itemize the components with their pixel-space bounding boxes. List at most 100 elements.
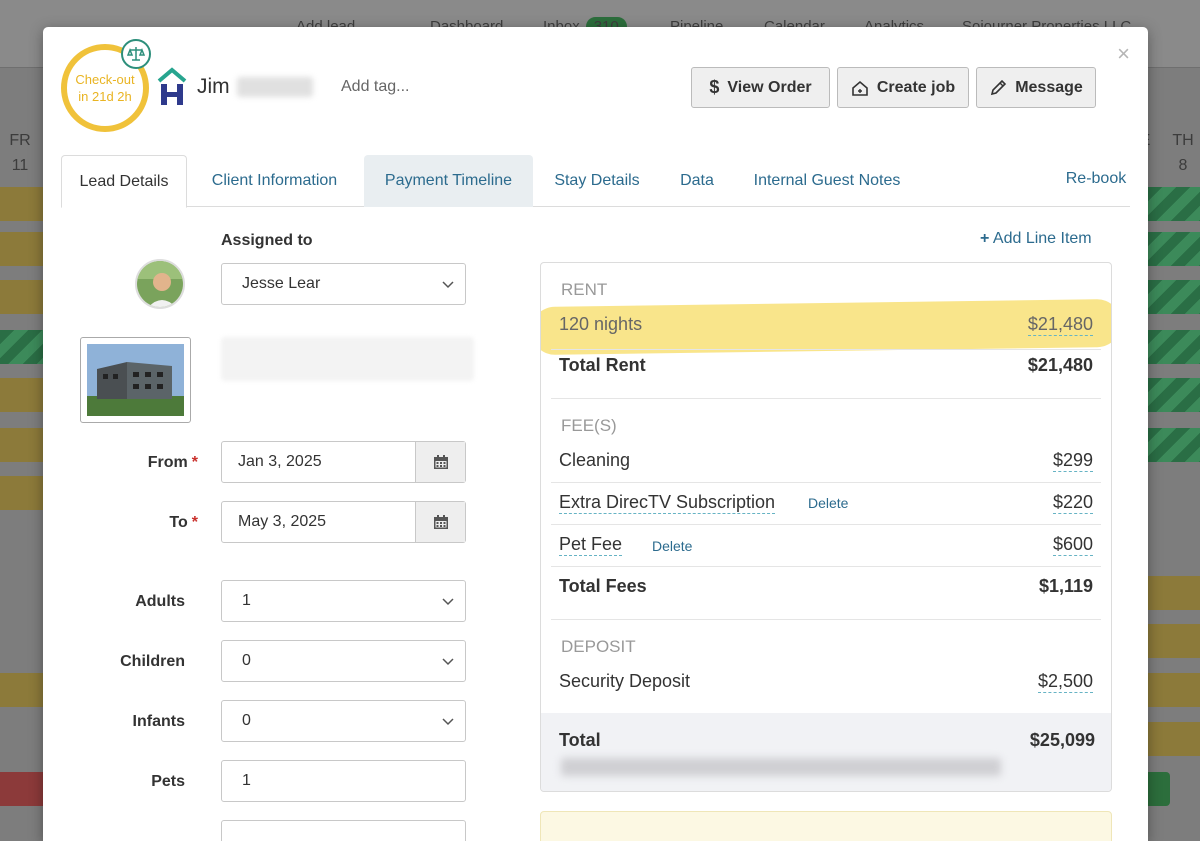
- bg-day-right-date: 8: [1178, 157, 1188, 174]
- bg-booking-bar: [0, 476, 43, 510]
- bg-day-left-weekday: FR: [9, 132, 31, 149]
- total-fees-amount: $1,119: [1038, 576, 1093, 596]
- adults-select[interactable]: 1: [221, 580, 466, 622]
- fee-label-cleaning: Cleaning: [559, 450, 631, 470]
- pets-value: 1: [242, 772, 251, 789]
- delete-directv-fee-link[interactable]: Delete: [808, 495, 848, 511]
- total-fees-label: Total Fees: [559, 576, 647, 596]
- message-button[interactable]: Message: [976, 67, 1096, 108]
- from-label: From *: [123, 454, 198, 472]
- tab-client-information[interactable]: Client Information: [197, 155, 352, 207]
- house-logo-icon: [157, 67, 187, 107]
- calendar-icon: [433, 515, 448, 529]
- to-calendar-button[interactable]: [415, 502, 465, 542]
- security-deposit-label: Security Deposit: [559, 671, 691, 691]
- bg-booking-bar: [0, 280, 43, 314]
- infants-label: Infants: [132, 713, 185, 730]
- children-value: 0: [242, 652, 251, 669]
- divider: [551, 524, 1101, 525]
- tab-data[interactable]: Data: [667, 155, 727, 207]
- lead-modal: × Check-out in 21d 2h Jim Add tag... $ V…: [43, 27, 1148, 841]
- fee-label-directv[interactable]: Extra DirecTV Subscription: [559, 492, 776, 514]
- close-icon[interactable]: ×: [1117, 41, 1130, 67]
- tab-payment-timeline[interactable]: Payment Timeline: [364, 155, 533, 207]
- property-select-redacted[interactable]: [221, 337, 474, 381]
- property-image: [80, 337, 191, 423]
- from-date-input[interactable]: Jan 3, 2025: [221, 441, 466, 483]
- bg-booking-bar: [1148, 330, 1200, 364]
- children-select[interactable]: 0: [221, 640, 466, 682]
- add-line-item-link[interactable]: + Add Line Item: [980, 230, 1092, 248]
- bg-booking-bar: [1148, 378, 1200, 412]
- bg-booking-bar: [1148, 722, 1200, 756]
- guest-name: Jim: [197, 75, 230, 98]
- bg-booking-bar: [0, 232, 43, 266]
- from-date-value: Jan 3, 2025: [238, 453, 322, 470]
- chevron-down-icon: [442, 718, 454, 726]
- from-calendar-button[interactable]: [415, 442, 465, 482]
- tab-bar: Lead Details Client Information Payment …: [61, 155, 1131, 208]
- bg-booking-bar: [1148, 624, 1200, 658]
- fees-section-header: FEE(S): [561, 416, 617, 435]
- nights-label: 120 nights: [559, 314, 643, 334]
- price-breakdown-panel: RENT 120 nights $21,480 Total Rent $21,4…: [540, 262, 1112, 792]
- bg-booking-bar: [1148, 772, 1170, 806]
- fee-amount-directv[interactable]: $220: [1052, 492, 1093, 514]
- infants-select[interactable]: 0: [221, 700, 466, 742]
- adults-value: 1: [242, 592, 251, 609]
- children-label: Children: [120, 653, 185, 670]
- checkout-time: in 21d 2h: [78, 89, 132, 104]
- required-marker: *: [191, 454, 198, 471]
- total-note-redacted: [561, 758, 1001, 776]
- create-job-label: Create job: [876, 78, 956, 96]
- tab-stay-details[interactable]: Stay Details: [543, 155, 651, 207]
- fee-amount-pet[interactable]: $600: [1052, 534, 1093, 556]
- house-icon: [852, 80, 868, 96]
- assigned-to-value: Jesse Lear: [242, 275, 321, 292]
- bg-booking-bar: [0, 428, 43, 462]
- calendar-icon: [433, 455, 448, 469]
- add-line-item-label: Add Line Item: [992, 230, 1092, 247]
- bg-booking-bar: [1148, 187, 1200, 221]
- scale-icon: [121, 39, 151, 69]
- divider: [551, 482, 1101, 483]
- deposit-section-header: DEPOSIT: [561, 637, 636, 656]
- to-label: To *: [123, 514, 198, 532]
- total-amount: $25,099: [1029, 730, 1095, 750]
- bg-booking-bar: [1148, 280, 1200, 314]
- bg-booking-bar: [0, 378, 43, 412]
- bg-booking-bar: [1148, 576, 1200, 610]
- delete-pet-fee-link[interactable]: Delete: [652, 538, 692, 554]
- to-label-text: To: [169, 514, 188, 531]
- from-label-text: From: [147, 454, 188, 471]
- guest-surname-redacted: [237, 77, 313, 97]
- to-date-input[interactable]: May 3, 2025: [221, 501, 466, 543]
- grand-total-bar: Total $25,099: [541, 713, 1111, 791]
- divider: [551, 566, 1101, 567]
- pets-input[interactable]: 1: [221, 760, 466, 802]
- divider: [551, 398, 1101, 399]
- rent-section-header: RENT: [561, 280, 608, 299]
- bg-day-left-date: 11: [11, 157, 29, 174]
- assigned-to-label: Assigned to: [221, 232, 313, 249]
- total-rent-label: Total Rent: [559, 355, 646, 375]
- bg-booking-bar: [0, 330, 43, 364]
- create-job-button[interactable]: Create job: [837, 67, 969, 108]
- extra-field-partial[interactable]: [221, 820, 466, 841]
- bg-booking-bar: [1148, 428, 1200, 462]
- bg-booking-bar: [0, 187, 43, 221]
- security-deposit-amount[interactable]: $2,500: [1037, 671, 1093, 693]
- divider: [551, 619, 1101, 620]
- tab-internal-guest-notes[interactable]: Internal Guest Notes: [741, 155, 913, 207]
- nights-amount[interactable]: $21,480: [1027, 314, 1093, 336]
- assigned-to-select[interactable]: Jesse Lear: [221, 263, 466, 305]
- fee-amount-cleaning[interactable]: $299: [1052, 450, 1093, 472]
- bg-day-right-weekday: TH: [1172, 132, 1194, 149]
- chevron-down-icon: [442, 598, 454, 606]
- tab-lead-details[interactable]: Lead Details: [61, 155, 187, 208]
- fee-label-pet[interactable]: Pet Fee: [559, 534, 623, 556]
- add-tag-input[interactable]: Add tag...: [341, 78, 410, 96]
- rebook-link[interactable]: Re-book: [1061, 155, 1131, 203]
- chevron-down-icon: [442, 658, 454, 666]
- view-order-button[interactable]: $ View Order: [691, 67, 830, 108]
